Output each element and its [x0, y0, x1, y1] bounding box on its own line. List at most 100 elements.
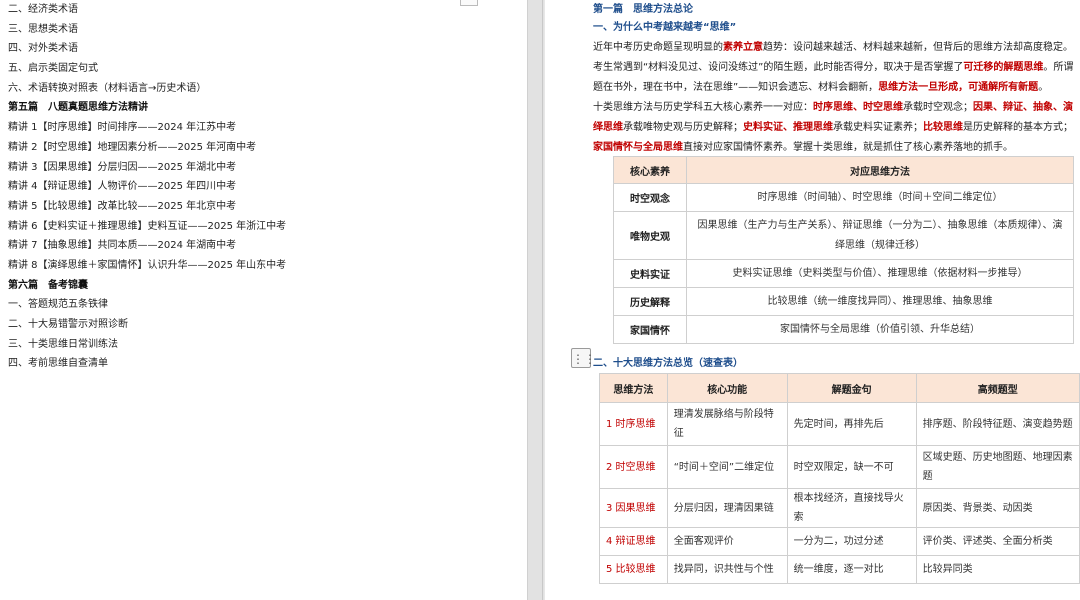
outline-heading[interactable]: 第六篇 备考锦囊 [8, 276, 508, 296]
part-title-text: 第一篇 思维方法总论 [593, 4, 693, 15]
method-name-cell: 4 辩证思维 [599, 527, 668, 556]
function-cell: 分层归因，理清因果链 [666, 488, 788, 528]
literacy-cell: 历史解释 [613, 287, 687, 316]
para-highlight: 绎思维 [593, 122, 623, 133]
table-row: 2 时空思维 “时间＋空间”二维定位 时空双限定，缺一不可 区域史题、历史地图题、地理… [599, 445, 1080, 489]
outline-item[interactable]: 四、对外类术语 [8, 39, 508, 59]
method-name-cell: 2 时空思维 [599, 445, 668, 489]
outline-item[interactable]: 精讲 3【因果思维】分层归因——2025 年湖北中考 [8, 158, 508, 178]
para-text: 十类思维方法与历史学科五大核心素养一一对应： [593, 102, 813, 113]
function-cell: 找异同，识共性与个性 [666, 555, 788, 584]
question-type-cell: 区域史题、历史地图题、地理因素题 [915, 445, 1080, 489]
table-header-cell: 核心素养 [613, 156, 687, 184]
para-highlight: 史料实证、推理思维 [743, 122, 833, 133]
question-type-cell: 排序题、阶段特征题、演变趋势题 [915, 402, 1080, 446]
phrase-cell: 先定时间，再排先后 [786, 402, 917, 446]
table-row: 3 因果思维 分层归因，理清因果链 根本找经济，直接找导火索 原因类、背景类、动因类 [599, 488, 1080, 528]
outline-item[interactable]: 精讲 6【史料实证＋推理思维】史料互证——2025 年浙江中考 [8, 217, 508, 237]
outline-item[interactable]: 精讲 2【时空思维】地理因素分析——2025 年河南中考 [8, 138, 508, 158]
outline-item[interactable]: 精讲 1【时序思维】时间排序——2024 年江苏中考 [8, 118, 508, 138]
outline-item[interactable]: 二、经济类术语 [8, 0, 508, 20]
literacy-cell: 唯物史观 [613, 211, 687, 260]
para-text: 承载唯物史观与历史解释； [623, 122, 743, 133]
paragraph-line-3: 题在书外，理在书中，法在思维”——知识会遗忘、材料会翻新，思维方法一旦形成，可通… [593, 78, 1048, 93]
section-heading-1-text: 一、为什么中考越来越考“思维” [593, 22, 737, 33]
para-text: 是历史解释的基本方式； [963, 122, 1073, 133]
paragraph-line-1: 近年中考历史命题呈现明显的素养立意趋势：设问越来越活、材料越来越新，但背后的思维… [593, 38, 1073, 53]
section-heading-2: 二、十大思维方法总览（速查表） [593, 354, 743, 369]
function-cell: 全面客观评价 [666, 527, 788, 556]
question-type-cell: 原因类、背景类、动因类 [915, 488, 1080, 528]
para-highlight: 比较思维 [923, 122, 963, 133]
table-row: 历史解释 比较思维（统一维度找异同）、推理思维、抽象思维 [613, 287, 1074, 316]
outline-item[interactable]: 二、十大易错警示对照诊断 [8, 315, 508, 335]
literacy-cell: 史料实证 [613, 259, 687, 288]
method-cell: 比较思维（统一维度找异同）、推理思维、抽象思维 [686, 287, 1074, 316]
outline-item[interactable]: 三、十类思维日常训练法 [8, 335, 508, 355]
table-move-handle[interactable]: ⋮⋮ [571, 348, 596, 368]
method-name-cell: 5 比较思维 [599, 555, 668, 584]
table-row: 唯物史观 因果思维（生产力与生产关系）、辩证思维（一分为二）、抽象思维（本质规律）… [613, 211, 1074, 260]
para-highlight: 可迁移的解题思维 [963, 62, 1044, 73]
paragraph-line-2: 考生常遇到“材料没见过、设问没练过”的陌生题，此时能否得分，取决于是否掌握了可迁… [593, 58, 1073, 73]
para-text: 考生常遇到“材料没见过、设问没练过”的陌生题，此时能否得分，取决于是否掌握了 [593, 62, 964, 73]
paragraph-line-4: 十类思维方法与历史学科五大核心素养一一对应：时序思维、时空思维承载时空观念；因果… [593, 98, 1073, 113]
function-cell: “时间＋空间”二维定位 [666, 445, 788, 489]
document-page[interactable]: 第一篇 思维方法总论 一、为什么中考越来越考“思维” 近年中考历史命题呈现明显的… [545, 0, 1080, 600]
table-header-cell: 对应思维方法 [686, 156, 1074, 184]
table-row: 史料实证 史料实证思维（史料类型与价值）、推理思维（依据材料一步推导） [613, 259, 1074, 288]
function-cell: 理清发展脉络与阶段特征 [666, 402, 788, 446]
para-text: 。 [1038, 82, 1049, 93]
table-row: 1 时序思维 理清发展脉络与阶段特征 先定时间，再排先后 排序题、阶段特征题、演变趋势… [599, 402, 1080, 446]
section-heading-1: 一、为什么中考越来越考“思维” [593, 18, 736, 33]
navigation-outline-pane: 二、经济类术语 三、思想类术语 四、对外类术语 五、启示类固定句式 六、术语转换对照表（… [0, 0, 528, 600]
outline-item[interactable]: 精讲 8【演绎思维＋家国情怀】认识升华——2025 年山东中考 [8, 256, 508, 276]
method-cell: 家国情怀与全局思维（价值引领、升华总结） [686, 315, 1074, 344]
para-text: 。所谓 [1043, 62, 1074, 73]
methods-overview-table: 思维方法 核心功能 解题金句 高频题型 1 时序思维 理清发展脉络与阶段特征 先定时… [599, 373, 1080, 584]
table-header-cell: 解题金句 [786, 373, 917, 403]
outline-item[interactable]: 三、思想类术语 [8, 20, 508, 40]
outline-item[interactable]: 六、术语转换对照表（材料语言→历史术语） [8, 79, 508, 99]
method-cell: 史料实证思维（史料类型与价值）、推理思维（依据材料一步推导） [686, 259, 1074, 288]
outline-item[interactable]: 精讲 7【抽象思维】共同本质——2024 年湖南中考 [8, 236, 508, 256]
phrase-cell: 一分为二，功过分述 [786, 527, 917, 556]
phrase-cell: 根本找经济，直接找导火索 [786, 488, 917, 528]
para-highlight: 时序思维、时空思维 [813, 102, 903, 113]
para-highlight: 家国情怀与全局思维 [593, 142, 683, 153]
table-header-cell: 思维方法 [599, 373, 668, 403]
table-row: 时空观念 时序思维（时间轴）、时空思维（时间＋空间二维定位） [613, 183, 1074, 212]
drag-handle-icon: ⋮⋮ [572, 352, 596, 366]
method-cell: 时序思维（时间轴）、时空思维（时间＋空间二维定位） [686, 183, 1074, 212]
paragraph-line-5: 绎思维承载唯物史观与历史解释；史料实证、推理思维承载史料实证素养；比较思维是历史… [593, 118, 1073, 133]
table-row: 4 辩证思维 全面客观评价 一分为二，功过分述 评价类、评述类、全面分析类 [599, 527, 1080, 556]
question-type-cell: 评价类、评述类、全面分析类 [915, 527, 1080, 556]
outline-list: 二、经济类术语 三、思想类术语 四、对外类术语 五、启示类固定句式 六、术语转换对照表（… [8, 0, 508, 374]
para-highlight: 思维方法一旦形成，可通解所有新题 [878, 82, 1039, 93]
table-row: 5 比较思维 找异同，识共性与个性 统一维度，逐一对比 比较异同类 [599, 555, 1080, 584]
literacy-cell: 时空观念 [613, 183, 687, 212]
paragraph-line-6: 家国情怀与全局思维直接对应家国情怀素养。掌握十类思维，就是抓住了核心素养落地的抓… [593, 138, 1013, 153]
para-text: 近年中考历史命题呈现明显的 [593, 42, 723, 53]
method-cell: 因果思维（生产力与生产关系）、辩证思维（一分为二）、抽象思维（本质规律）、演绎思… [686, 211, 1074, 260]
para-highlight: 因果、辩证、抽象、演 [973, 102, 1073, 113]
table-header-cell: 核心功能 [666, 373, 788, 403]
outline-item[interactable]: 一、答题规范五条铁律 [8, 295, 508, 315]
section-heading-2-text: 二、十大思维方法总览（速查表） [593, 358, 743, 369]
part-title: 第一篇 思维方法总论 [593, 0, 693, 15]
para-highlight: 素养立意 [723, 42, 763, 53]
literacy-table: 核心素养 对应思维方法 时空观念 时序思维（时间轴）、时空思维（时间＋空间二维定位… [613, 156, 1074, 344]
method-name-cell: 1 时序思维 [599, 402, 668, 446]
para-text: 题在书外，理在书中，法在思维”——知识会遗忘、材料会翻新， [593, 82, 879, 93]
para-text: 直接对应家国情怀素养。掌握十类思维，就是抓住了核心素养落地的抓手。 [683, 142, 1013, 153]
outline-item[interactable]: 五、启示类固定句式 [8, 59, 508, 79]
outline-item[interactable]: 精讲 5【比较思维】改革比较——2025 年北京中考 [8, 197, 508, 217]
page-edge-rule [542, 0, 543, 600]
para-text: 承载史料实证素养； [833, 122, 923, 133]
outline-item[interactable]: 精讲 4【辩证思维】人物评价——2025 年四川中考 [8, 177, 508, 197]
outline-item[interactable]: 四、考前思维自查清单 [8, 354, 508, 374]
page-gutter [528, 0, 544, 600]
table-row: 家国情怀 家国情怀与全局思维（价值引领、升华总结） [613, 315, 1074, 344]
outline-heading[interactable]: 第五篇 八题真题思维方法精讲 [8, 98, 508, 118]
para-text: 承载时空观念； [903, 102, 973, 113]
